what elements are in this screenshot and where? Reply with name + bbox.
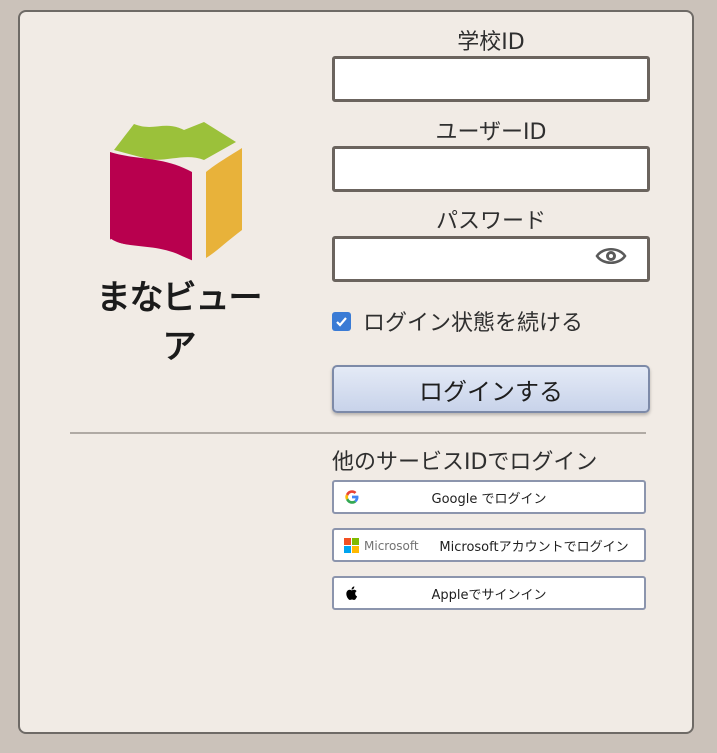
microsoft-logo: Microsoft <box>344 538 419 553</box>
school-id-label: 学校ID <box>457 30 525 55</box>
section-divider <box>70 432 646 434</box>
user-id-label: ユーザーID <box>435 120 547 145</box>
microsoft-wordmark: Microsoft <box>364 538 419 553</box>
eye-icon[interactable] <box>595 245 627 267</box>
book-logo-icon <box>109 122 242 262</box>
password-label: パスワード <box>435 209 546 234</box>
google-icon <box>345 490 359 504</box>
remember-checkbox[interactable] <box>332 311 351 331</box>
apple-login-label: Appleでサインイン <box>431 587 547 603</box>
microsoft-icon <box>344 538 359 553</box>
login-card: まなビューア 学校ID ユーザーID パスワード ログイン状態を続ける ログイン… <box>18 10 694 734</box>
sso-section-label: 他のサービスIDでログイン <box>332 450 598 475</box>
google-login-button[interactable]: Google でログイン <box>332 480 646 514</box>
login-button[interactable]: ログインする <box>332 365 650 413</box>
remember-label: ログイン状態を続ける <box>363 311 584 336</box>
brand-logo: まなビューア <box>94 112 264 367</box>
school-id-input[interactable] <box>332 56 650 102</box>
user-id-input[interactable] <box>332 146 650 192</box>
apple-icon <box>346 586 358 600</box>
apple-login-button[interactable]: Appleでサインイン <box>332 576 646 610</box>
google-login-label: Google でログイン <box>431 491 547 507</box>
brand-name: まなビューア <box>96 278 263 367</box>
remember-login[interactable]: ログイン状態を続ける <box>332 305 583 337</box>
microsoft-login-button[interactable]: Microsoft Microsoftアカウントでログイン <box>332 528 646 562</box>
checkmark-icon <box>336 316 347 327</box>
